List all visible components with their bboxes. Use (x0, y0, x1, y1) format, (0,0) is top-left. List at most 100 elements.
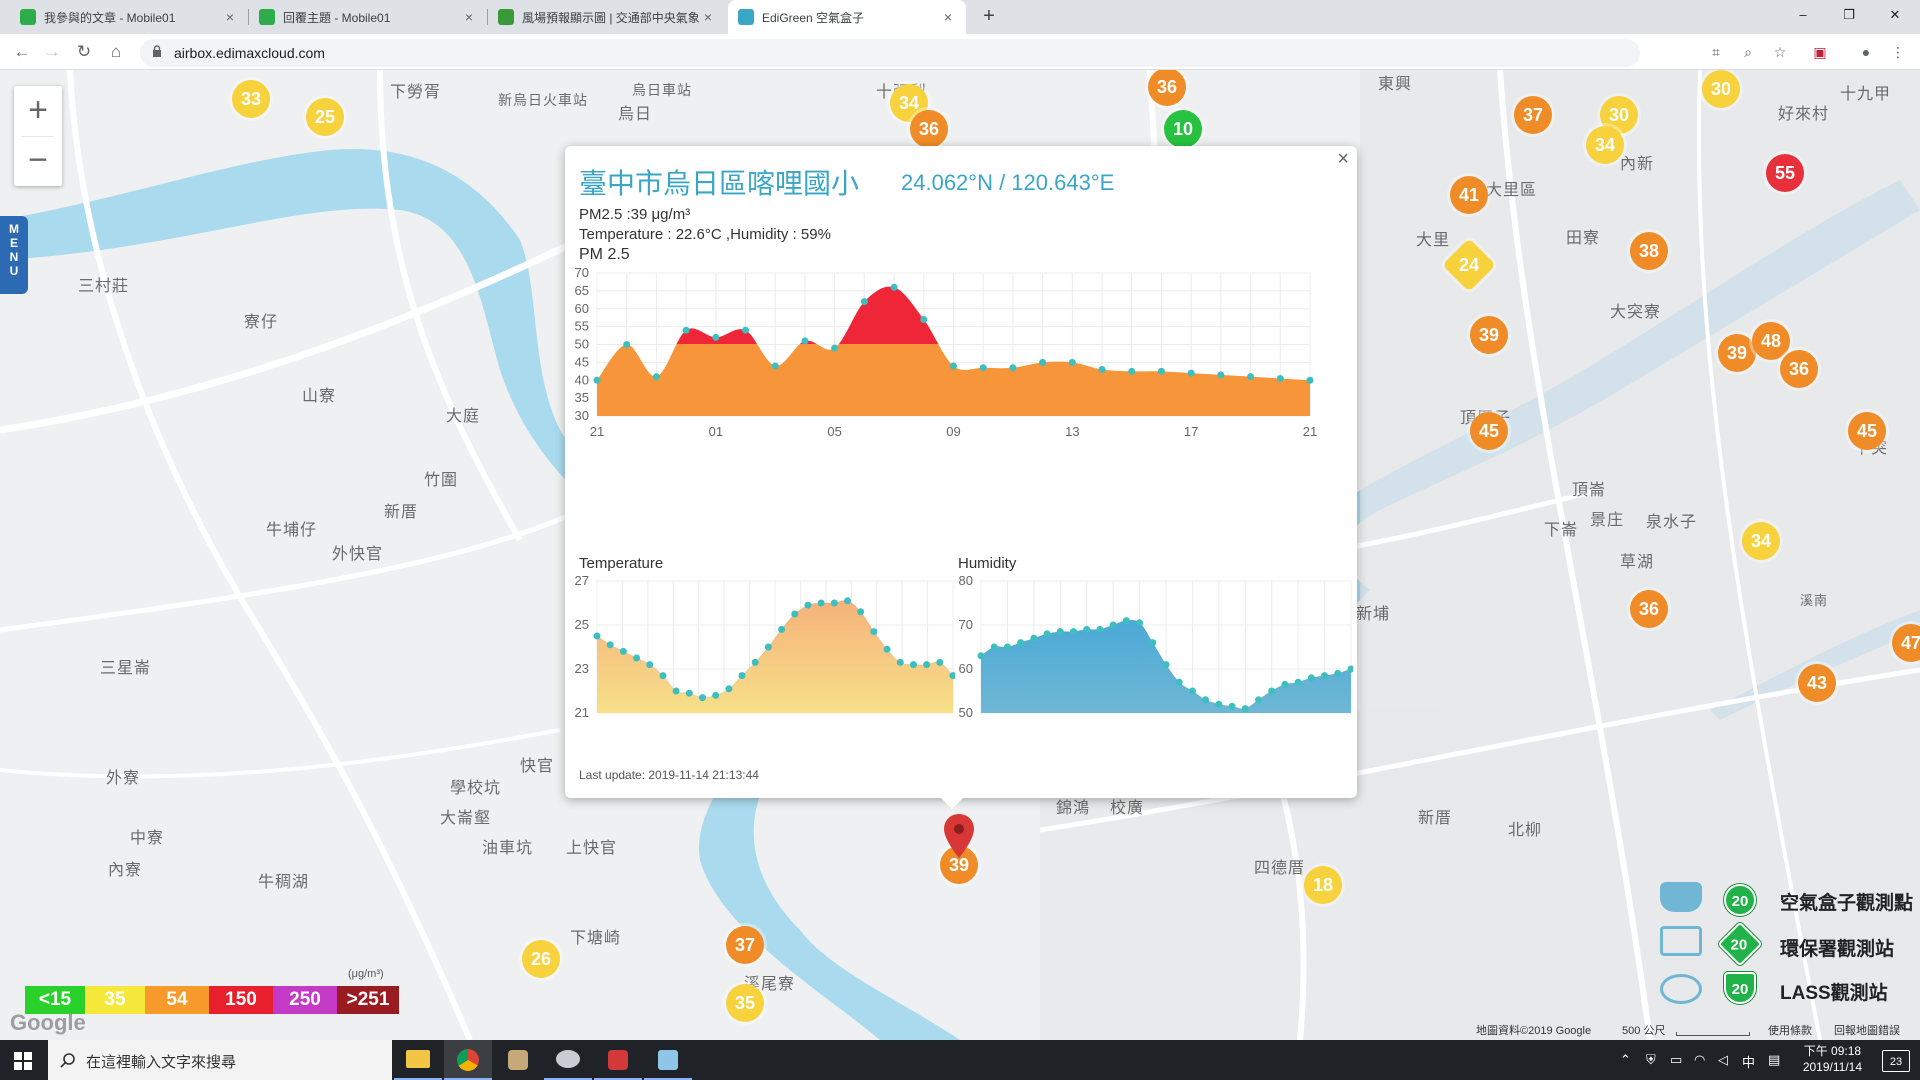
data-point (633, 654, 641, 662)
aq-marker[interactable]: 38 (1630, 232, 1668, 270)
chrome-app-icon[interactable] (444, 1040, 492, 1080)
home-icon[interactable]: ⌂ (104, 40, 128, 64)
menu-dots-icon[interactable]: ⋮ (1888, 42, 1908, 62)
clock-date: 2019/11/14 (1802, 1060, 1862, 1074)
profile-icon[interactable]: ● (1856, 42, 1876, 62)
data-point (659, 672, 667, 680)
aq-marker[interactable]: 18 (1304, 866, 1342, 904)
x-tick-label: 05 (827, 424, 841, 439)
data-point (890, 283, 898, 291)
app-icon[interactable] (644, 1040, 692, 1080)
aq-marker[interactable]: 45 (1848, 412, 1886, 450)
lass-station-label: LASS觀測站 (1780, 983, 1888, 1004)
aq-marker[interactable]: 35 (726, 984, 764, 1022)
aq-marker[interactable]: 36 (1630, 590, 1668, 628)
back-icon[interactable]: ← (10, 40, 34, 64)
aq-marker[interactable]: 37 (1514, 96, 1552, 134)
data-point (1241, 705, 1249, 713)
data-point (1070, 628, 1077, 636)
app-icon[interactable] (594, 1040, 642, 1080)
aq-marker[interactable]: 10 (1164, 110, 1202, 148)
aq-marker[interactable]: 48 (1752, 322, 1790, 360)
y-tick-label: 70 (959, 617, 973, 632)
notification-center-icon[interactable]: 23 (1882, 1050, 1910, 1072)
edigreen-favicon-icon (738, 9, 754, 25)
data-point (1157, 367, 1165, 375)
map-scale: 500 公尺 (1622, 1025, 1666, 1037)
bookmark-star-icon[interactable]: ☆ (1770, 42, 1790, 62)
tab-wind-forecast[interactable]: 風場預報顯示圖 | 交通部中央氣象局 × (488, 0, 726, 34)
forward-icon[interactable]: → (40, 40, 64, 64)
minimize-window-icon[interactable]: – (1780, 0, 1826, 30)
terms-link[interactable]: 使用條款 (1768, 1022, 1812, 1038)
zoom-in-button[interactable]: + (14, 86, 62, 136)
tray-volume-icon[interactable]: ◁ (1718, 1052, 1728, 1068)
epa-station-icon (1660, 926, 1702, 956)
new-tab-button[interactable]: + (978, 6, 1000, 28)
extension-icon[interactable]: ▣ (1810, 42, 1830, 62)
aq-marker[interactable]: 34 (1742, 522, 1780, 560)
tab-mobile01-articles[interactable]: 我參與的文章 - Mobile01 × (10, 0, 248, 34)
mobile01-favicon-icon (20, 9, 36, 25)
windows-start-icon[interactable] (14, 1052, 32, 1070)
tray-keyboard-icon[interactable]: ▤ (1768, 1052, 1780, 1068)
tab-edigreen-airbox[interactable]: EdiGreen 空氣盒子 × (728, 0, 966, 34)
aq-marker[interactable]: 36 (910, 110, 948, 148)
tab-close-icon[interactable]: × (940, 9, 956, 25)
tray-chevron-icon[interactable]: ⌃ (1620, 1052, 1631, 1068)
side-menu-button[interactable]: MENU (0, 216, 28, 294)
tab-close-icon[interactable]: × (700, 9, 716, 25)
aq-marker[interactable]: 43 (1798, 664, 1836, 702)
tab-label: 回覆主題 - Mobile01 (283, 10, 391, 25)
zoom-out-button[interactable]: − (14, 136, 62, 186)
tab-mobile01-reply[interactable]: 回覆主題 - Mobile01 × (249, 0, 487, 34)
data-point (1255, 696, 1262, 704)
aq-marker[interactable]: 25 (306, 98, 344, 136)
aq-marker[interactable]: 55 (1766, 154, 1804, 192)
data-point (764, 643, 772, 651)
zoom-icon[interactable]: ⌕ (1738, 42, 1758, 62)
report-map-error-link[interactable]: 回報地圖錯誤 (1834, 1022, 1900, 1038)
aq-marker[interactable]: 39 (1470, 316, 1508, 354)
aq-marker[interactable]: 41 (1450, 176, 1488, 214)
popup-close-button[interactable]: × (1337, 148, 1349, 171)
file-explorer-app-icon[interactable] (394, 1040, 442, 1080)
airbox-station-icon (1660, 882, 1702, 912)
aq-marker[interactable]: 45 (1470, 412, 1508, 450)
tray-ime-indicator[interactable]: 中 (1742, 1052, 1755, 1071)
place-label: 三星崙 (100, 660, 152, 677)
place-label: 泉水子 (1646, 514, 1698, 531)
browser-toolbar: ← → ↻ ⌂ airbox.edimaxcloud.com ⌗ ⌕ ☆ ▣ ●… (0, 34, 1920, 70)
close-window-icon[interactable]: ✕ (1872, 0, 1918, 30)
tray-security-icon[interactable]: ⛨ (1646, 1052, 1656, 1068)
aq-marker[interactable]: 26 (522, 940, 560, 978)
lass-station-icon (1660, 974, 1702, 1004)
taskbar-clock[interactable]: 下午 09:18 2019/11/14 (1803, 1043, 1862, 1075)
tray-battery-icon[interactable]: ▭ (1670, 1052, 1682, 1068)
tab-close-icon[interactable]: × (222, 9, 238, 25)
clock-time: 下午 09:18 (1803, 1044, 1862, 1058)
maximize-window-icon[interactable]: ❐ (1826, 0, 1872, 30)
aq-marker[interactable]: 36 (1780, 350, 1818, 388)
data-point (791, 610, 799, 618)
place-label: 牛稠湖 (258, 874, 310, 891)
data-point (1276, 374, 1284, 382)
tray-network-icon[interactable]: ◠ (1694, 1052, 1705, 1068)
data-point (923, 661, 931, 669)
address-bar[interactable]: airbox.edimaxcloud.com (140, 39, 1640, 67)
taskbar-search-box[interactable]: 在這裡輸入文字來搜尋 (48, 1040, 392, 1080)
aq-marker[interactable]: 33 (232, 80, 270, 118)
translate-icon[interactable]: ⌗ (1706, 42, 1726, 62)
aq-marker[interactable]: 39 (1718, 334, 1756, 372)
reload-icon[interactable]: ↻ (72, 40, 96, 64)
y-tick-label: 35 (575, 390, 589, 405)
aq-legend-cell: 250 (273, 986, 337, 1014)
aq-marker[interactable]: 37 (726, 926, 764, 964)
aq-marker[interactable]: 34 (1586, 126, 1624, 164)
tab-close-icon[interactable]: × (461, 9, 477, 25)
aq-marker[interactable]: 30 (1702, 70, 1740, 108)
location-pin-icon[interactable] (944, 814, 974, 858)
data-point (950, 362, 957, 370)
app-icon[interactable] (494, 1040, 542, 1080)
app-icon[interactable] (544, 1040, 592, 1080)
